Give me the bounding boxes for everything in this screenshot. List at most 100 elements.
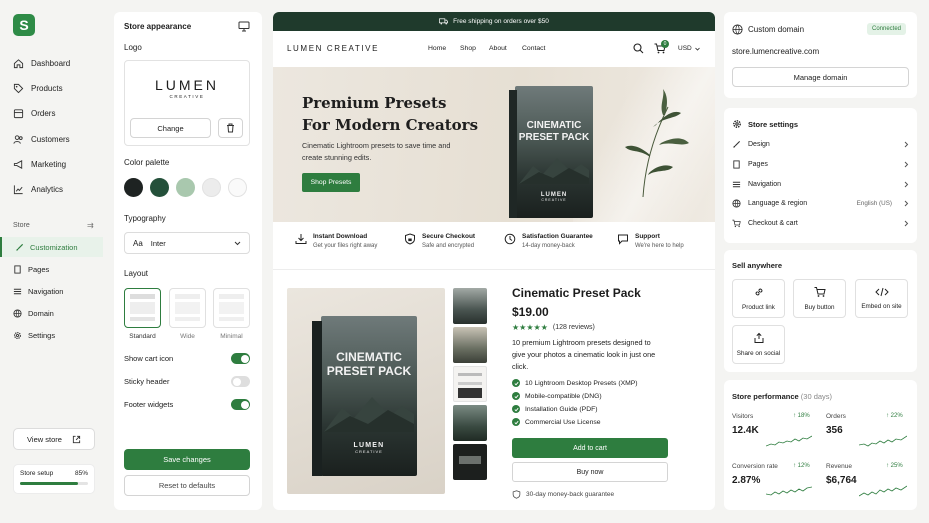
view-store-button[interactable]: View store bbox=[13, 428, 95, 450]
app-logo[interactable]: S bbox=[13, 14, 35, 36]
add-to-cart-button[interactable]: Add to cart bbox=[512, 438, 668, 458]
store-performance-card: Store performance (30 days) Visitors 12.… bbox=[724, 380, 917, 510]
chevron-right-icon bbox=[904, 181, 909, 188]
store-section-label: Store bbox=[13, 222, 30, 229]
product-thumbnail[interactable] bbox=[453, 444, 487, 480]
hero-banner: Premium Presets For Modern Creators Cine… bbox=[273, 67, 715, 222]
settings-item-navigation[interactable]: Navigation bbox=[732, 180, 909, 189]
home-icon bbox=[13, 59, 24, 69]
gear-icon bbox=[733, 120, 741, 128]
reset-defaults-button[interactable]: Reset to defaults bbox=[124, 475, 250, 496]
sidebar-item-products[interactable]: Products bbox=[13, 83, 63, 94]
store-menu-shop[interactable]: Shop bbox=[460, 45, 476, 52]
color-swatch[interactable] bbox=[202, 178, 221, 197]
sidebar-item-label: Settings bbox=[28, 330, 56, 340]
sell-option-label: Share on social bbox=[736, 350, 781, 357]
toggle-row-footer-widgets: Footer widgets bbox=[124, 399, 250, 410]
show-cart-icon-toggle[interactable] bbox=[231, 353, 250, 364]
globe-icon bbox=[13, 308, 22, 318]
store-menu-about[interactable]: About bbox=[489, 45, 507, 52]
settings-item-checkout[interactable]: Checkout & cart bbox=[732, 219, 909, 228]
code-icon bbox=[874, 287, 889, 297]
settings-item-language[interactable]: Language & region English (US) bbox=[732, 199, 909, 208]
manage-domain-button[interactable]: Manage domain bbox=[732, 67, 909, 87]
search-icon[interactable] bbox=[633, 43, 644, 54]
layout-option-standard[interactable] bbox=[124, 288, 161, 328]
menu-icon bbox=[732, 181, 741, 188]
check-icon bbox=[512, 379, 520, 387]
sell-option-product-link[interactable]: Product link bbox=[732, 279, 785, 318]
logo-preview-box: LUMEN CREATIVE Change bbox=[124, 60, 250, 146]
font-select[interactable]: Aa Inter bbox=[124, 232, 250, 254]
hero-title-line-2: For Modern Creators bbox=[302, 116, 479, 134]
check-icon bbox=[512, 392, 520, 400]
sidebar-item-dashboard[interactable]: Dashboard bbox=[13, 58, 70, 69]
product-feature-item: Installation Guide (PDF) bbox=[512, 405, 598, 413]
currency-select[interactable]: USD bbox=[678, 45, 700, 52]
color-swatch[interactable] bbox=[228, 178, 247, 197]
save-changes-button[interactable]: Save changes bbox=[124, 449, 250, 470]
sidebar-item-domain[interactable]: Domain bbox=[13, 303, 103, 323]
page-icon bbox=[733, 160, 740, 169]
store-menu-home[interactable]: Home bbox=[428, 45, 446, 52]
color-swatch[interactable] bbox=[150, 178, 169, 197]
buy-now-button[interactable]: Buy now bbox=[512, 462, 668, 482]
product-thumbnail[interactable] bbox=[453, 366, 487, 402]
cart-icon bbox=[732, 219, 741, 228]
view-store-label: View store bbox=[27, 434, 62, 444]
shop-presets-button[interactable]: Shop Presets bbox=[302, 173, 360, 192]
sparkline bbox=[766, 486, 812, 496]
sidebar-item-settings[interactable]: Settings bbox=[13, 325, 103, 345]
delete-logo-button[interactable] bbox=[218, 118, 243, 138]
chevron-right-icon bbox=[904, 141, 909, 148]
product-feature-text: Mobile-compatible (DNG) bbox=[525, 392, 602, 400]
sell-option-buy-button[interactable]: Buy button bbox=[793, 279, 846, 318]
sidebar-item-analytics[interactable]: Analytics bbox=[13, 184, 63, 195]
sidebar-item-marketing[interactable]: Marketing bbox=[13, 159, 66, 170]
sidebar-item-customers[interactable]: Customers bbox=[13, 134, 70, 145]
mountain-art bbox=[519, 158, 589, 184]
brush-icon bbox=[733, 140, 741, 148]
hero-title: Premium Presets For Modern Creators bbox=[302, 92, 492, 136]
store-brand[interactable]: LUMEN CREATIVE bbox=[287, 44, 379, 53]
sidebar-item-orders[interactable]: Orders bbox=[13, 108, 55, 119]
feature-instant-download: Instant Download Get your files right awa… bbox=[295, 233, 377, 249]
store-menu-contact[interactable]: Contact bbox=[522, 45, 545, 52]
logo-label: Logo bbox=[124, 43, 142, 52]
layout-option-wide[interactable] bbox=[169, 288, 206, 328]
settings-item-design[interactable]: Design bbox=[732, 140, 909, 149]
sidebar-item-label: Dashboard bbox=[31, 59, 71, 68]
sidebar-item-navigation[interactable]: Navigation bbox=[13, 281, 103, 301]
change-logo-button[interactable]: Change bbox=[130, 118, 211, 138]
currency-value: USD bbox=[678, 45, 692, 52]
globe-icon bbox=[732, 24, 743, 35]
sell-option-embed[interactable]: Embed on site bbox=[855, 279, 908, 318]
layout-option-minimal[interactable] bbox=[213, 288, 250, 328]
product-thumbnail[interactable] bbox=[453, 327, 487, 363]
sell-option-social[interactable]: Share on social bbox=[732, 325, 785, 364]
performance-title-text: Store performance bbox=[732, 392, 799, 401]
color-swatch[interactable] bbox=[176, 178, 195, 197]
sticky-header-toggle[interactable] bbox=[231, 376, 250, 387]
box-title-line-2: PRESET PACK bbox=[326, 364, 412, 378]
metric-change-value: 18% bbox=[797, 413, 810, 419]
color-swatch[interactable] bbox=[124, 178, 143, 197]
box-title: CINEMATIC PRESET PACK bbox=[321, 350, 417, 378]
box-title-line-2: PRESET PACK bbox=[518, 132, 590, 143]
product-thumbnail[interactable] bbox=[453, 288, 487, 324]
hero-product-box: CINEMATIC PRESET PACK LUMEN CREATIVE bbox=[515, 86, 593, 218]
product-main-image[interactable]: CINEMATIC PRESET PACK LUMEN CREATIVE bbox=[287, 288, 445, 494]
monitor-icon[interactable] bbox=[238, 21, 250, 32]
settings-item-pages[interactable]: Pages bbox=[732, 160, 909, 169]
metric-change-value: 25% bbox=[890, 463, 903, 469]
review-count[interactable]: (128 reviews) bbox=[553, 324, 595, 331]
performance-title: Store performance (30 days) bbox=[732, 392, 832, 401]
sidebar-item-customization[interactable]: Customization bbox=[0, 237, 103, 257]
tag-icon bbox=[13, 83, 24, 94]
sidebar-item-pages[interactable]: Pages bbox=[13, 259, 103, 279]
chevron-down-icon bbox=[234, 241, 241, 245]
sidebar-item-label: Products bbox=[31, 84, 63, 93]
collapse-icon[interactable]: ⇉ bbox=[87, 221, 94, 230]
footer-widgets-toggle[interactable] bbox=[231, 399, 250, 410]
product-thumbnail[interactable] bbox=[453, 405, 487, 441]
